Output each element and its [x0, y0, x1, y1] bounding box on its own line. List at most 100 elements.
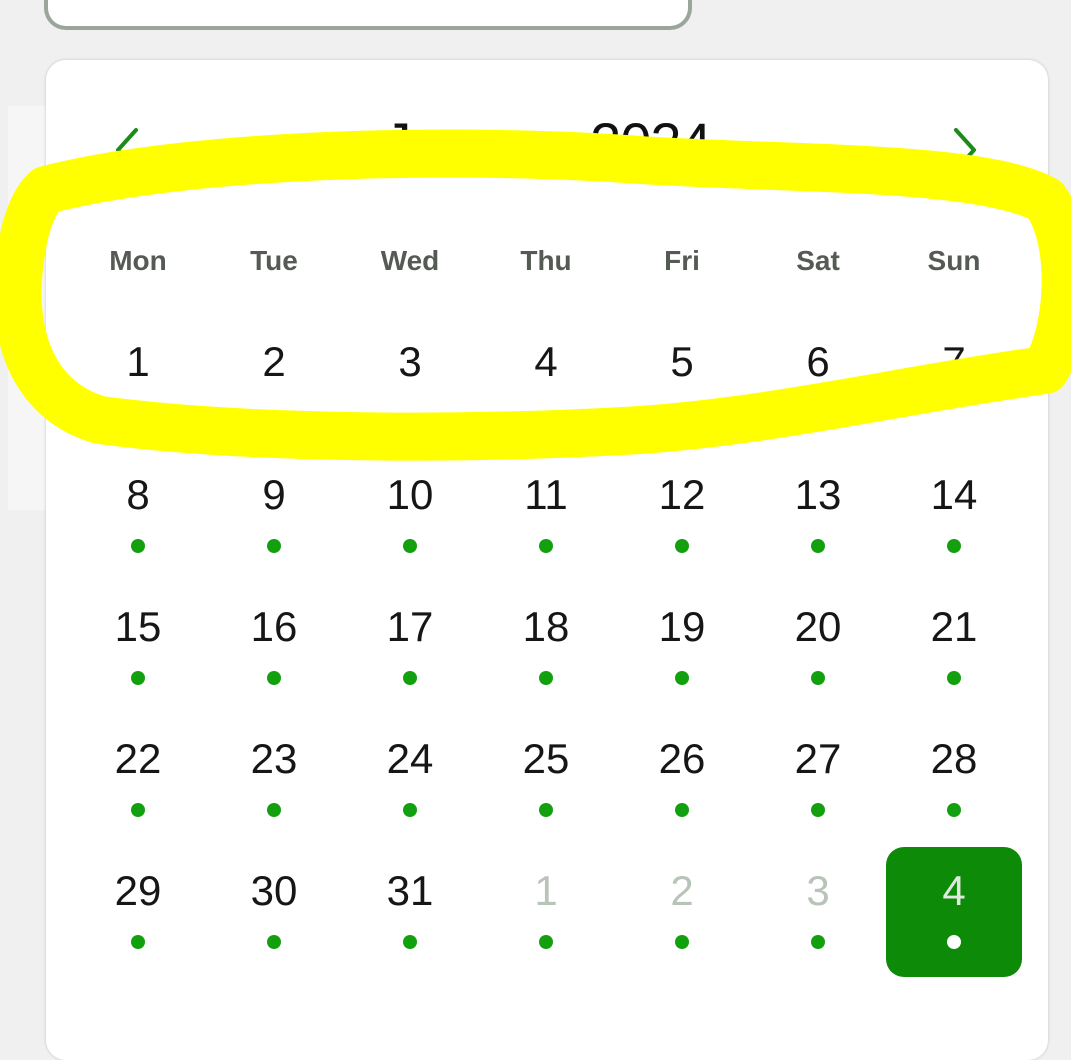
day-cell[interactable]: 20	[750, 575, 886, 707]
day-cell[interactable]: 9	[206, 443, 342, 575]
day-number: 18	[522, 603, 570, 650]
day-cell[interactable]: 7	[886, 310, 1022, 442]
day-number: 6	[806, 338, 830, 385]
day-number: 25	[522, 735, 570, 782]
day-cell[interactable]: 8	[70, 443, 206, 575]
day-cell[interactable]: 3	[750, 839, 886, 971]
day-cell[interactable]: 28	[886, 707, 1022, 839]
day-number: 5	[670, 338, 694, 385]
weekday-header-mon: Mon	[109, 245, 167, 276]
availability-dot-icon	[811, 671, 825, 685]
day-cell[interactable]: 23	[206, 707, 342, 839]
day-cell[interactable]: 25	[478, 707, 614, 839]
day-number: 31	[386, 867, 434, 914]
availability-dot-icon	[947, 539, 961, 553]
day-cell[interactable]: 31	[342, 839, 478, 971]
availability-dot-icon	[947, 671, 961, 685]
availability-dot-icon	[267, 935, 281, 949]
availability-dot-icon	[131, 803, 145, 817]
availability-dot-icon	[675, 803, 689, 817]
calendar-grid: Mon Tue Wed Thu Fri Sat Sun 1 2 3 4 5 6 7 8 9 10 1…	[70, 60, 1022, 1060]
day-cell[interactable]: 10	[342, 443, 478, 575]
day-number: 15	[114, 603, 162, 650]
availability-dot-icon	[675, 671, 689, 685]
day-number: 12	[658, 471, 706, 518]
day-cell[interactable]: 11	[478, 443, 614, 575]
day-number: 2	[670, 867, 694, 914]
day-number: 30	[250, 867, 298, 914]
day-cell[interactable]: 2	[206, 310, 342, 442]
day-cell[interactable]: 27	[750, 707, 886, 839]
availability-dot-icon	[131, 671, 145, 685]
day-number: 21	[930, 603, 978, 650]
availability-dot-icon	[539, 539, 553, 553]
day-number: 22	[114, 735, 162, 782]
availability-dot-icon	[947, 803, 961, 817]
availability-dot-icon	[539, 803, 553, 817]
availability-dot-icon	[131, 539, 145, 553]
day-number: 26	[658, 735, 706, 782]
availability-dot-icon	[947, 935, 961, 949]
day-cell[interactable]: 17	[342, 575, 478, 707]
availability-dot-icon	[403, 803, 417, 817]
day-cell[interactable]: 24	[342, 707, 478, 839]
day-cell[interactable]: 1	[478, 839, 614, 971]
day-number: 2	[262, 338, 286, 385]
weekday-header-fri: Fri	[664, 245, 700, 276]
weekday-header-tue: Tue	[250, 245, 298, 276]
weekday-header-wed: Wed	[380, 245, 440, 276]
availability-dot-icon	[539, 935, 553, 949]
day-cell[interactable]: 19	[614, 575, 750, 707]
background-panel	[8, 106, 46, 510]
day-cell[interactable]: 6	[750, 310, 886, 442]
availability-dot-icon	[403, 671, 417, 685]
day-cell[interactable]: 1	[70, 310, 206, 442]
calendar-popup: January 2024 Mon Tue Wed Thu Fri Sat Sun…	[46, 60, 1048, 1060]
day-cell[interactable]: 15	[70, 575, 206, 707]
day-cell[interactable]: 29	[70, 839, 206, 971]
day-cell[interactable]: 30	[206, 839, 342, 971]
day-number: 17	[386, 603, 434, 650]
day-number: 9	[262, 471, 286, 518]
availability-dot-icon	[539, 671, 553, 685]
availability-dot-icon	[267, 671, 281, 685]
day-number: 24	[386, 735, 434, 782]
day-cell[interactable]: 21	[886, 575, 1022, 707]
availability-dot-icon	[403, 539, 417, 553]
day-number: 11	[524, 471, 568, 518]
day-number: 16	[250, 603, 298, 650]
day-cell[interactable]: 22	[70, 707, 206, 839]
availability-dot-icon	[675, 935, 689, 949]
availability-dot-icon	[811, 803, 825, 817]
day-number: 1	[534, 867, 558, 914]
day-number: 1	[126, 338, 150, 385]
day-number: 13	[794, 471, 842, 518]
day-number: 23	[250, 735, 298, 782]
day-number: 4	[534, 338, 558, 385]
day-cell[interactable]: 18	[478, 575, 614, 707]
day-number: 4	[942, 867, 966, 914]
availability-dot-icon	[267, 539, 281, 553]
day-cell[interactable]: 2	[614, 839, 750, 971]
day-cell-selected[interactable]: 4	[886, 839, 1022, 977]
day-number: 20	[794, 603, 842, 650]
availability-dot-icon	[131, 935, 145, 949]
date-input-field[interactable]	[44, 0, 692, 30]
day-number: 27	[794, 735, 842, 782]
day-cell[interactable]: 14	[886, 443, 1022, 575]
availability-dot-icon	[403, 935, 417, 949]
day-number: 19	[658, 603, 706, 650]
day-number: 3	[398, 338, 422, 385]
day-cell[interactable]: 5	[614, 310, 750, 442]
day-cell[interactable]: 4	[478, 310, 614, 442]
day-number: 8	[126, 471, 150, 518]
day-cell[interactable]: 16	[206, 575, 342, 707]
day-cell[interactable]: 13	[750, 443, 886, 575]
day-number: 10	[386, 471, 434, 518]
day-number: 14	[930, 471, 978, 518]
day-number: 3	[806, 867, 830, 914]
day-cell[interactable]: 3	[342, 310, 478, 442]
day-cell[interactable]: 26	[614, 707, 750, 839]
day-cell[interactable]: 12	[614, 443, 750, 575]
day-number: 28	[930, 735, 978, 782]
